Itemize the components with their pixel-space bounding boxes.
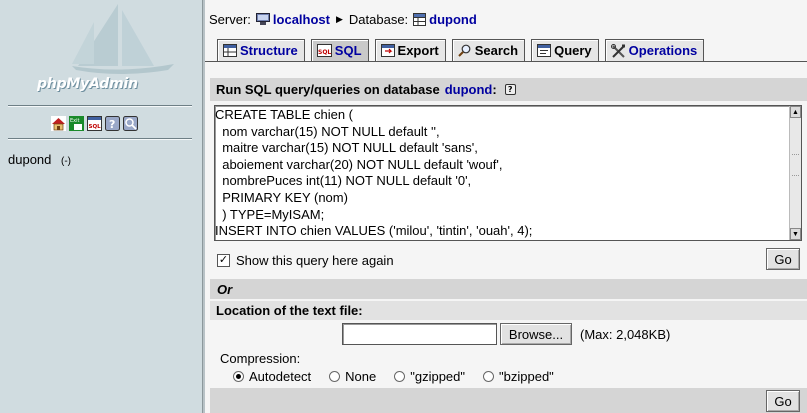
radio-none[interactable]: None [329, 369, 376, 384]
sidebar-db-name[interactable]: dupond [8, 152, 51, 167]
radio-gzipped-dot[interactable] [394, 371, 406, 382]
compression-label: Compression: [220, 351, 301, 366]
tab-search[interactable]: Search [451, 39, 526, 61]
tab-operations-label: Operations [628, 43, 698, 58]
tab-bar: Structure SQL SQL Export Search Query Op… [217, 39, 705, 61]
query-icon [537, 44, 552, 57]
tab-operations[interactable]: Operations [604, 39, 705, 61]
sql-icon-label: SQL [89, 124, 102, 130]
sidebar-icon-bar: Exit SQL ? [51, 116, 138, 131]
home-icon[interactable] [51, 116, 66, 131]
upload-go-button[interactable]: Go [766, 390, 800, 412]
database-label: Database: [348, 12, 409, 27]
exit-icon-label: Exit [70, 118, 80, 124]
scroll-grip[interactable] [792, 154, 799, 176]
left-frame: phpMyAdmin Exit SQL ? dupond (-) [0, 0, 202, 413]
tab-export[interactable]: Export [374, 39, 446, 61]
file-location-label: Location of the text file: [210, 301, 807, 320]
svg-text:?: ? [109, 118, 115, 131]
sql-panel-colon: : [492, 82, 497, 97]
sql-query-text[interactable]: CREATE TABLE chien ( nom varchar(15) NOT… [215, 107, 787, 240]
breadcrumb: Server: localhost ▶ Database: dupond [209, 12, 477, 27]
show-query-checkbox[interactable]: ✓ [217, 253, 230, 267]
sql-icon: SQL [316, 44, 332, 57]
or-separator: Or [210, 279, 807, 299]
radio-autodetect-dot[interactable] [233, 371, 244, 382]
tab-query[interactable]: Query [531, 39, 599, 61]
compression-options: Autodetect None "gzipped" "bzipped" [233, 369, 572, 384]
sidebar-db-item[interactable]: dupond (-) [8, 152, 71, 167]
file-path-input[interactable] [342, 323, 497, 345]
help-icon[interactable]: ? [504, 84, 516, 95]
query-window-icon[interactable] [123, 116, 138, 131]
phpmyadmin-logo[interactable]: phpMyAdmin [37, 76, 138, 92]
radio-gzipped-label: "gzipped" [410, 369, 466, 384]
search-icon [457, 44, 471, 57]
radio-none-dot[interactable] [329, 371, 341, 382]
tab-bar-baseline [205, 61, 807, 62]
exit-icon[interactable]: Exit [69, 116, 84, 131]
sql-query-textarea[interactable]: CREATE TABLE chien ( nom varchar(15) NOT… [214, 105, 802, 241]
tab-sql[interactable]: SQL SQL [310, 39, 369, 61]
structure-icon [223, 44, 237, 57]
server-link[interactable]: localhost [273, 12, 330, 27]
server-icon [255, 13, 270, 25]
tab-export-label: Export [397, 43, 439, 58]
tab-sql-icon-label: SQL [318, 49, 331, 56]
radio-autodetect-label: Autodetect [249, 369, 312, 384]
show-query-label[interactable]: Show this query here again [236, 253, 394, 268]
sql-icon[interactable]: SQL [87, 116, 102, 131]
help-icon[interactable]: ? [105, 116, 120, 131]
sidebar-db-count: (-) [61, 156, 72, 167]
tab-search-label: Search [474, 43, 519, 58]
export-icon [380, 44, 395, 57]
operations-icon [610, 43, 625, 58]
sql-panel-title: Run SQL query/queries on database dupond… [210, 78, 807, 101]
scroll-down-icon[interactable]: ▼ [790, 228, 801, 240]
upload-footer-bar [210, 388, 807, 413]
sailboat-logo-icon [72, 4, 174, 74]
radio-gzipped[interactable]: "gzipped" [394, 369, 465, 384]
radio-none-label: None [345, 369, 377, 384]
max-size-label: (Max: 2,048KB) [580, 327, 671, 342]
sql-panel-title-text: Run SQL query/queries on database [216, 82, 440, 97]
textarea-scrollbar[interactable]: ▲ ▼ [789, 106, 801, 240]
radio-bzipped-dot[interactable] [483, 371, 495, 382]
tab-structure[interactable]: Structure [217, 39, 305, 61]
sql-panel-db-link[interactable]: dupond [445, 82, 493, 97]
server-label: Server: [209, 12, 251, 27]
main-frame: Server: localhost ▶ Database: dupond Str [205, 0, 807, 413]
tab-query-label: Query [554, 43, 592, 58]
sidebar-divider [8, 105, 192, 107]
go-button[interactable]: Go [766, 248, 800, 270]
database-link[interactable]: dupond [429, 12, 477, 27]
radio-bzipped[interactable]: "bzipped" [483, 369, 554, 384]
tab-sql-label: SQL [334, 43, 362, 58]
tab-structure-label: Structure [240, 43, 298, 58]
radio-autodetect[interactable]: Autodetect [233, 369, 311, 384]
sidebar-divider [8, 138, 192, 140]
radio-bzipped-label: "bzipped" [499, 369, 554, 384]
browse-button[interactable]: Browse... [500, 323, 572, 345]
breadcrumb-separator-icon: ▶ [335, 14, 343, 24]
database-icon [413, 13, 427, 26]
scroll-up-icon[interactable]: ▲ [790, 106, 801, 118]
show-query-row: ✓ Show this query here again [210, 245, 807, 275]
